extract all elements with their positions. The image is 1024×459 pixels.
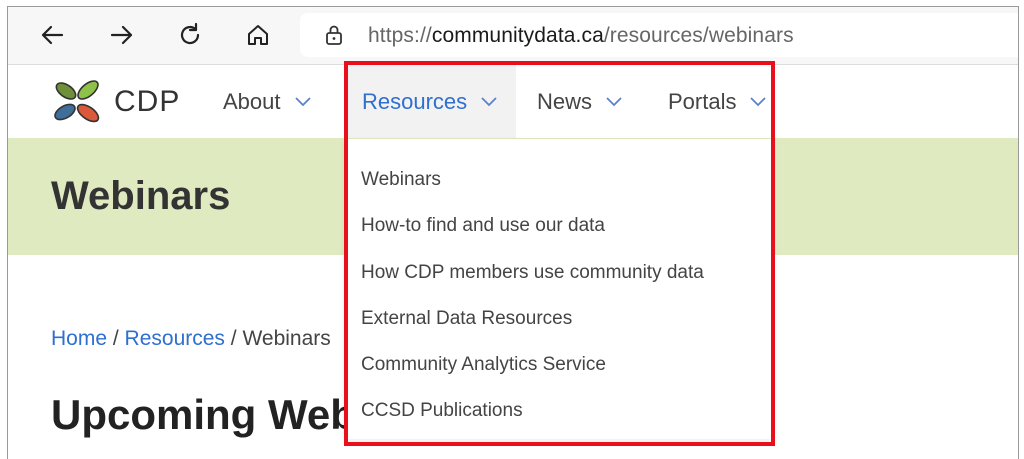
menu-item-how-to[interactable]: How-to find and use our data (361, 215, 605, 237)
nav-news-label: News (537, 89, 593, 114)
address-bar[interactable]: https://communitydata.ca/resources/webin… (300, 13, 1018, 57)
nav-resources-label: Resources (362, 89, 468, 114)
breadcrumb-separator: / (107, 327, 125, 350)
back-arrow-icon (41, 25, 64, 45)
breadcrumb-separator: / (224, 327, 243, 350)
lock-icon (326, 25, 342, 45)
page-title: Webinars (51, 174, 231, 218)
menu-item-analytics[interactable]: Community Analytics Service (361, 354, 606, 376)
back-button[interactable] (34, 17, 70, 53)
resources-dropdown-menu: Webinars How-to find and use our data Ho… (344, 139, 772, 439)
chevron-down-icon (294, 97, 311, 107)
menu-item-external[interactable]: External Data Resources (361, 308, 572, 330)
home-button[interactable] (240, 17, 276, 53)
nav-portals-label: Portals (668, 89, 737, 114)
browser-toolbar: https://communitydata.ca/resources/webin… (8, 7, 1018, 65)
menu-item-ccsd[interactable]: CCSD Publications (361, 400, 523, 422)
nav-about-label: About (223, 89, 281, 114)
menu-item-members[interactable]: How CDP members use community data (361, 262, 704, 284)
cdp-logo[interactable] (50, 77, 104, 127)
url-text: https://communitydata.ca/resources/webin… (368, 24, 794, 47)
breadcrumb: Home / Resources / Webinars (51, 327, 331, 351)
nav-resources[interactable]: Resources (346, 65, 516, 139)
browser-window: https://communitydata.ca/resources/webin… (7, 6, 1019, 459)
forward-button[interactable] (104, 17, 140, 53)
chevron-down-icon (750, 97, 767, 107)
brand-name[interactable]: CDP (114, 85, 180, 119)
site-nav: CDP About Resources News Portals (8, 65, 1018, 140)
breadcrumb-home[interactable]: Home (51, 327, 107, 350)
forward-arrow-icon (110, 25, 133, 45)
breadcrumb-current: Webinars (242, 327, 331, 350)
nav-portals[interactable]: Portals (668, 65, 767, 139)
refresh-icon (180, 22, 200, 45)
refresh-button[interactable] (172, 17, 208, 53)
chevron-down-icon (606, 97, 622, 107)
chevron-down-icon (481, 97, 497, 107)
nav-news[interactable]: News (537, 65, 622, 139)
breadcrumb-resources[interactable]: Resources (125, 327, 225, 350)
menu-item-webinars[interactable]: Webinars (361, 169, 441, 191)
home-icon (248, 25, 268, 45)
nav-about[interactable]: About (223, 65, 311, 139)
